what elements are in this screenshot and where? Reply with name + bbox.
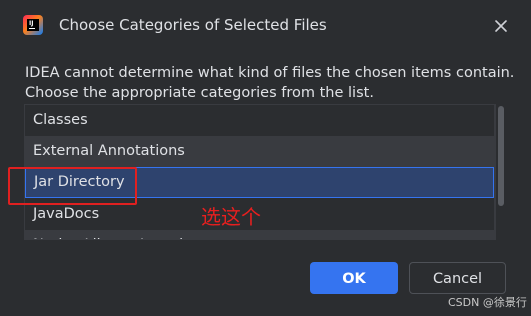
scrollbar-thumb[interactable] — [498, 106, 504, 206]
dialog-message: IDEA cannot determine what kind of files… — [25, 63, 514, 103]
app-icon-letters: IJ — [29, 20, 34, 27]
list-item-native-library-location[interactable]: Native Library Location — [25, 230, 494, 239]
close-button[interactable] — [489, 14, 513, 38]
title-bar: IJ Choose Categories of Selected Files — [0, 0, 531, 52]
annotation-text: 选这个 — [201, 205, 261, 229]
list-scrollbar[interactable] — [495, 104, 506, 240]
ok-button[interactable]: OK — [310, 262, 398, 294]
dialog-title: Choose Categories of Selected Files — [59, 16, 327, 34]
message-line-2: Choose the appropriate categories from t… — [25, 85, 374, 101]
list-item-external-annotations[interactable]: External Annotations — [25, 136, 494, 167]
close-icon — [495, 20, 507, 32]
list-item-classes[interactable]: Classes — [25, 105, 494, 136]
message-line-1: IDEA cannot determine what kind of files… — [25, 65, 515, 81]
choose-categories-dialog: IJ Choose Categories of Selected Files I… — [0, 0, 531, 316]
intellij-idea-icon: IJ — [23, 15, 43, 35]
list-item-jar-directory[interactable]: Jar Directory — [25, 167, 494, 198]
watermark: CSDN @徐景行 — [448, 296, 527, 309]
cancel-button[interactable]: Cancel — [409, 262, 506, 294]
